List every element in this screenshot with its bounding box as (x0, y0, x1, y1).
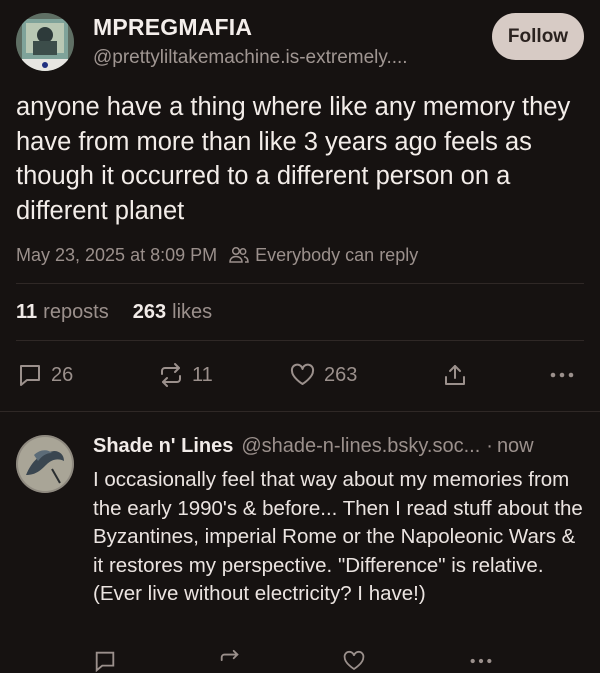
reply-post[interactable]: Shade n' Lines @shade-n-lines.bsky.soc..… (0, 413, 600, 673)
reply-setting: Everybody can reply (229, 245, 418, 266)
reposts-count: 11 (16, 300, 38, 323)
people-icon (229, 246, 249, 263)
reply-time[interactable]: now (497, 435, 534, 458)
repost-button[interactable]: 11 (158, 355, 213, 395)
repost-arrows-icon[interactable] (218, 649, 242, 673)
likes-count: 263 (132, 300, 167, 323)
reply-author-name[interactable]: Shade n' Lines (93, 435, 233, 458)
more-button[interactable] (548, 355, 576, 395)
reply-count: 26 (51, 363, 74, 386)
more-dots-icon (550, 372, 574, 378)
divider (16, 340, 584, 341)
post-timestamp[interactable]: May 23, 2025 at 8:09 PM (16, 245, 217, 266)
heart-icon[interactable] (342, 649, 366, 673)
repost-count: 11 (192, 363, 213, 386)
more-dots-icon[interactable] (468, 649, 494, 673)
author-handle[interactable]: @prettyliltakemachine.is-extremely.... (93, 47, 483, 69)
share-upload-icon (445, 365, 465, 385)
likes-label: likes (172, 300, 213, 323)
speech-bubble-icon (20, 365, 40, 386)
follow-button[interactable]: Follow (492, 13, 584, 60)
reposts-label: reposts (43, 300, 109, 323)
post-header: MPREGMAFIA @prettyliltakemachine.is-extr… (0, 0, 600, 86)
divider (0, 411, 600, 412)
reply-button[interactable]: 26 (17, 355, 73, 395)
reposts-stat[interactable]: 11 reposts (16, 301, 109, 324)
divider (16, 283, 584, 284)
author-avatar[interactable] (16, 13, 74, 71)
reply-text: I occasionally feel that way about my me… (93, 468, 583, 605)
reply-separator: · (486, 435, 493, 457)
likes-stat[interactable]: 263 likes (133, 301, 212, 324)
post-actions: 26 11 263 (0, 355, 600, 395)
author-name[interactable]: MPREGMAFIA (93, 14, 252, 41)
post-text: anyone have a thing where like any memor… (16, 93, 571, 225)
speech-bubble-icon[interactable] (93, 649, 117, 673)
reply-actions (0, 649, 600, 673)
reply-author-handle[interactable]: @shade-n-lines.bsky.soc... (241, 435, 480, 458)
like-count: 263 (324, 363, 358, 386)
post-stats: 11 reposts 263 likes (16, 298, 236, 326)
like-button[interactable]: 263 (289, 355, 357, 395)
reply-setting-label: Everybody can reply (255, 244, 419, 265)
share-button[interactable] (442, 355, 468, 395)
reply-author-avatar[interactable] (16, 435, 74, 493)
heart-icon (290, 363, 315, 385)
post-meta: May 23, 2025 at 8:09 PM Everybody can re… (16, 241, 586, 269)
repost-arrows-icon (161, 363, 181, 387)
reply-header: Shade n' Lines @shade-n-lines.bsky.soc..… (93, 435, 593, 458)
